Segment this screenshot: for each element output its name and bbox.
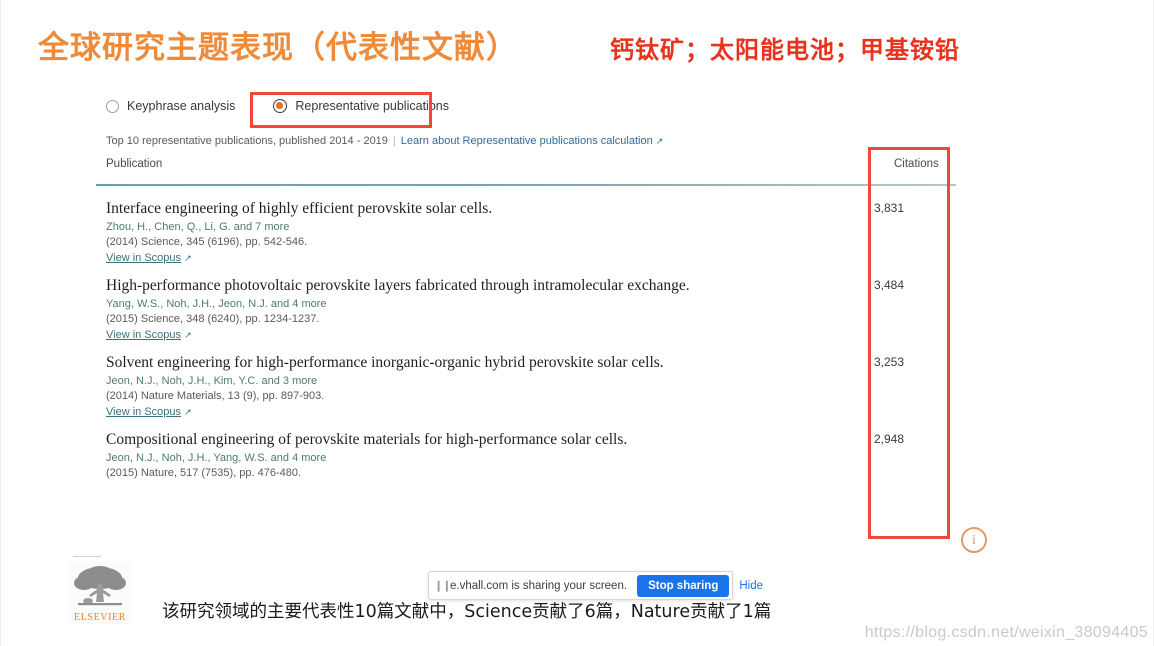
canvas-left-edge	[0, 0, 1, 646]
table-row[interactable]: High-performance photovoltaic perovskite…	[106, 269, 966, 346]
elsevier-logo: ELSEVIER	[68, 562, 132, 624]
slide-caption: 该研究领域的主要代表性10篇文献中，Science贡献了6篇，Nature贡献了…	[162, 602, 772, 622]
elsevier-wordmark: ELSEVIER	[73, 612, 127, 623]
column-header-publication[interactable]: Publication	[106, 158, 162, 170]
publication-authors[interactable]: Jeon, N.J., Noh, J.H., Kim, Y.C. and 3 m…	[106, 375, 966, 387]
drag-handle-icon[interactable]: ❙❙	[434, 579, 451, 592]
table-row[interactable]: Solvent engineering for high-performance…	[106, 346, 966, 423]
radio-label-representative-publications: Representative publications	[295, 99, 449, 113]
view-in-scopus-text: View in Scopus	[106, 252, 182, 265]
publication-citations: 3,831	[873, 201, 904, 215]
publication-citations: 3,253	[873, 355, 904, 369]
table-row[interactable]: Compositional engineering of perovskite …	[106, 423, 966, 500]
publication-citations: 3,484	[873, 278, 904, 292]
page-title: 全球研究主题表现（代表性文献）	[38, 30, 518, 66]
logo-divider	[73, 556, 101, 557]
table-row[interactable]: Interface engineering of highly efficien…	[106, 192, 966, 269]
summary-separator: |	[392, 135, 396, 147]
publication-title[interactable]: High-performance photovoltaic perovskite…	[106, 276, 746, 295]
view-in-scopus-link[interactable]: View in Scopus ↗	[106, 252, 966, 264]
publication-title[interactable]: Solvent engineering for high-performance…	[106, 353, 746, 372]
results-summary: Top 10 representative publications, publ…	[106, 135, 663, 147]
elsevier-tree-icon	[72, 564, 128, 608]
publication-authors[interactable]: Yang, W.S., Noh, J.H., Jeon, N.J. and 4 …	[106, 298, 966, 310]
radio-selected-icon[interactable]	[273, 99, 288, 113]
csdn-watermark: https://blog.csdn.net/weixin_38094405	[864, 624, 1148, 641]
table-header: Publication Citations	[106, 158, 956, 186]
publication-authors[interactable]: Zhou, H., Chen, Q., Li, G. and 7 more	[106, 221, 966, 233]
publication-citations: 2,948	[873, 432, 904, 446]
view-in-scopus-link[interactable]: View in Scopus ↗	[106, 329, 966, 341]
results-summary-text: Top 10 representative publications, publ…	[106, 135, 388, 147]
keywords-heading: 钙钛矿；太阳能电池；甲基铵铅	[610, 36, 960, 64]
slide-canvas: 全球研究主题表现（代表性文献） 钙钛矿；太阳能电池；甲基铵铅 Keyphrase…	[0, 0, 1154, 646]
analysis-mode-radio-group[interactable]: Keyphrase analysis Representative public…	[106, 99, 487, 113]
publication-list: Interface engineering of highly efficien…	[106, 192, 966, 500]
stop-sharing-button[interactable]: Stop sharing	[637, 574, 730, 597]
external-link-icon: ↗	[184, 330, 192, 341]
info-icon[interactable]: i	[961, 527, 987, 553]
external-link-icon: ↗	[184, 407, 192, 418]
screen-share-message: e.vhall.com is sharing your screen.	[450, 579, 628, 592]
hide-button[interactable]: Hide	[739, 580, 763, 592]
scopus-panel: Keyphrase analysis Representative public…	[96, 88, 1056, 558]
publication-authors[interactable]: Jeon, N.J., Noh, J.H., Yang, W.S. and 4 …	[106, 452, 966, 464]
radio-option-keyphrase-analysis[interactable]: Keyphrase analysis	[106, 99, 235, 113]
view-in-scopus-text: View in Scopus	[106, 406, 182, 419]
publication-title[interactable]: Interface engineering of highly efficien…	[106, 199, 746, 218]
external-link-icon: ↗	[184, 253, 192, 264]
radio-option-representative-publications[interactable]: Representative publications	[273, 99, 449, 113]
publication-source: (2015) Science, 348 (6240), pp. 1234-123…	[106, 313, 320, 326]
learn-about-calculation-link[interactable]: Learn about Representative publications …	[401, 135, 664, 147]
view-in-scopus-link[interactable]: View in Scopus ↗	[106, 406, 966, 418]
learn-link-text: Learn about Representative publications …	[400, 135, 653, 147]
radio-unselected-icon[interactable]	[106, 99, 119, 113]
publication-title[interactable]: Compositional engineering of perovskite …	[106, 430, 746, 449]
table-header-divider	[96, 184, 956, 186]
column-header-citations[interactable]: Citations	[894, 158, 939, 170]
external-link-icon: ↗	[655, 136, 664, 146]
publication-source: (2014) Nature Materials, 13 (9), pp. 897…	[106, 390, 325, 403]
screen-share-bar[interactable]: ❙❙ e.vhall.com is sharing your screen. S…	[428, 571, 763, 600]
publication-source: (2015) Nature, 517 (7535), pp. 476-480.	[106, 467, 302, 480]
view-in-scopus-text: View in Scopus	[106, 329, 182, 342]
publication-source: (2014) Science, 345 (6196), pp. 542-546.	[106, 236, 308, 249]
radio-label-keyphrase-analysis: Keyphrase analysis	[127, 99, 236, 113]
